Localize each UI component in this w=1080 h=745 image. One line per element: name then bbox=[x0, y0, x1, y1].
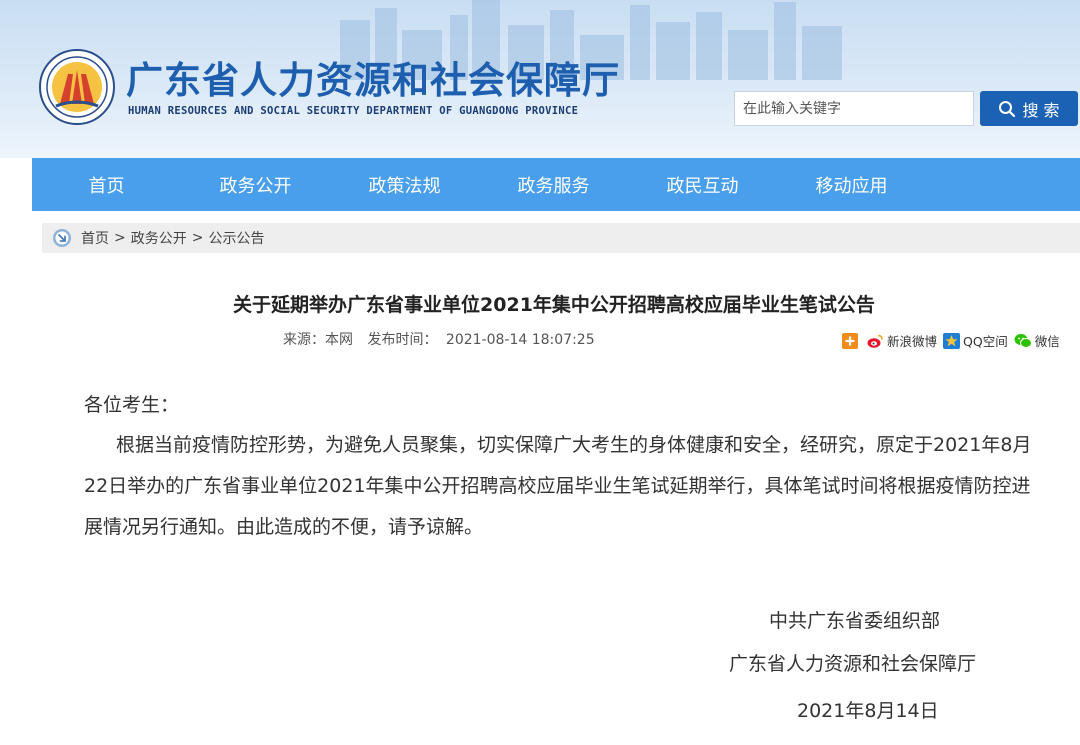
site-header: 广东省人力资源和社会保障厅 HUMAN RESOURCES AND SOCIAL… bbox=[0, 0, 1080, 158]
search-icon bbox=[999, 100, 1016, 117]
share-wechat-button[interactable]: 微信 bbox=[1014, 331, 1060, 350]
department-logo-icon[interactable] bbox=[38, 48, 116, 126]
breadcrumb-announcements[interactable]: 公示公告 bbox=[208, 228, 264, 248]
breadcrumb-home[interactable]: 首页 bbox=[81, 228, 109, 248]
nav-item-government-affairs[interactable]: 政务公开 bbox=[181, 158, 330, 211]
nav-item-mobile[interactable]: 移动应用 bbox=[777, 158, 926, 211]
search-input[interactable] bbox=[734, 91, 974, 126]
article-greeting: 各位考生： bbox=[84, 394, 180, 416]
nav-item-policies[interactable]: 政策法规 bbox=[330, 158, 479, 211]
main-nav: 首页 政务公开 政策法规 政务服务 政民互动 移动应用 bbox=[32, 158, 1080, 211]
article-meta: 来源：本网 发布时间： 2021-08-14 18:07:25 bbox=[283, 329, 605, 349]
share-qzone-label: QQ空间 bbox=[963, 334, 1008, 349]
breadcrumb-separator: > bbox=[191, 230, 204, 246]
signature-date: 2021年8月14日 bbox=[797, 700, 939, 722]
publish-date-label: 发布时间： bbox=[367, 332, 438, 348]
nav-item-home[interactable]: 首页 bbox=[32, 158, 181, 211]
share-weibo-label: 新浪微博 bbox=[887, 334, 938, 349]
weibo-icon bbox=[867, 334, 883, 348]
share-bar: 新浪微博 QQ空间 微信 bbox=[842, 331, 1066, 350]
breadcrumb-government-affairs[interactable]: 政务公开 bbox=[131, 228, 187, 248]
qzone-star-icon bbox=[943, 332, 961, 349]
wechat-icon bbox=[1014, 333, 1032, 348]
article-paragraph: 根据当前疫情防控形势，为避免人员聚集，切实保障广大考生的身体健康和安全，经研究，… bbox=[84, 434, 1032, 538]
search-button-label: 搜 索 bbox=[1022, 100, 1060, 120]
search-button[interactable]: 搜 索 bbox=[980, 91, 1078, 126]
share-wechat-label: 微信 bbox=[1034, 334, 1060, 349]
nav-item-interaction[interactable]: 政民互动 bbox=[628, 158, 777, 211]
signature-org-1: 中共广东省委组织部 bbox=[769, 610, 941, 632]
signature-org-2: 广东省人力资源和社会保障厅 bbox=[729, 653, 977, 675]
location-arrow-icon bbox=[53, 229, 71, 247]
article-body: 各位考生： 根据当前疫情防控形势，为避免人员聚集，切实保障广大考生的身体健康和安… bbox=[84, 385, 1034, 548]
breadcrumb: 首页 > 政务公开 > 公示公告 bbox=[42, 223, 1080, 253]
share-weibo-button[interactable]: 新浪微博 bbox=[867, 331, 937, 350]
share-more-button[interactable] bbox=[842, 332, 861, 349]
site-title: 广东省人力资源和社会保障厅 bbox=[126, 59, 620, 102]
article-source: 来源：本网 bbox=[283, 332, 353, 348]
plus-icon bbox=[842, 332, 858, 349]
publish-date: 2021-08-14 18:07:25 bbox=[445, 332, 595, 348]
article-title: 关于延期举办广东省事业单位2021年集中公开招聘高校应届毕业生笔试公告 bbox=[233, 294, 875, 316]
share-qzone-button[interactable]: QQ空间 bbox=[943, 331, 1008, 350]
breadcrumb-separator: > bbox=[114, 230, 126, 246]
nav-item-services[interactable]: 政务服务 bbox=[479, 158, 628, 211]
site-subtitle: HUMAN RESOURCES AND SOCIAL SECURITY DEPA… bbox=[128, 105, 579, 117]
